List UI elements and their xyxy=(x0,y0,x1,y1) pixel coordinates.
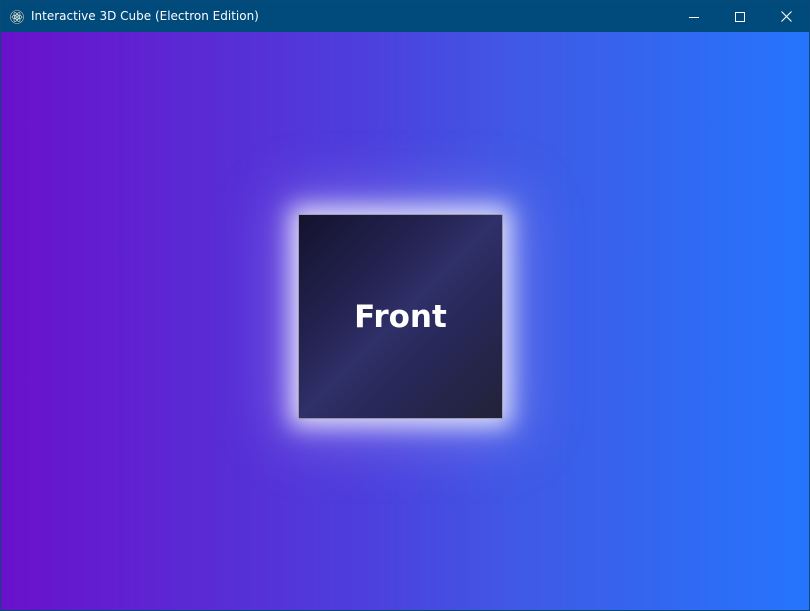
minimize-icon xyxy=(689,16,699,18)
maximize-button[interactable] xyxy=(717,1,763,32)
minimize-button[interactable] xyxy=(671,1,717,32)
cube-front-face[interactable]: Front xyxy=(298,214,503,419)
window-title: Interactive 3D Cube (Electron Edition) xyxy=(31,9,259,23)
title-bar[interactable]: Interactive 3D Cube (Electron Edition) xyxy=(1,1,809,32)
close-icon xyxy=(780,11,792,22)
close-button[interactable] xyxy=(763,1,809,32)
electron-app-icon xyxy=(9,9,25,25)
cube-viewport[interactable]: Front xyxy=(1,32,809,610)
maximize-icon xyxy=(735,11,745,22)
app-window: Interactive 3D Cube (Electron Edition) F… xyxy=(0,0,810,611)
cube-face-label: Front xyxy=(354,298,447,335)
window-controls xyxy=(671,1,809,32)
